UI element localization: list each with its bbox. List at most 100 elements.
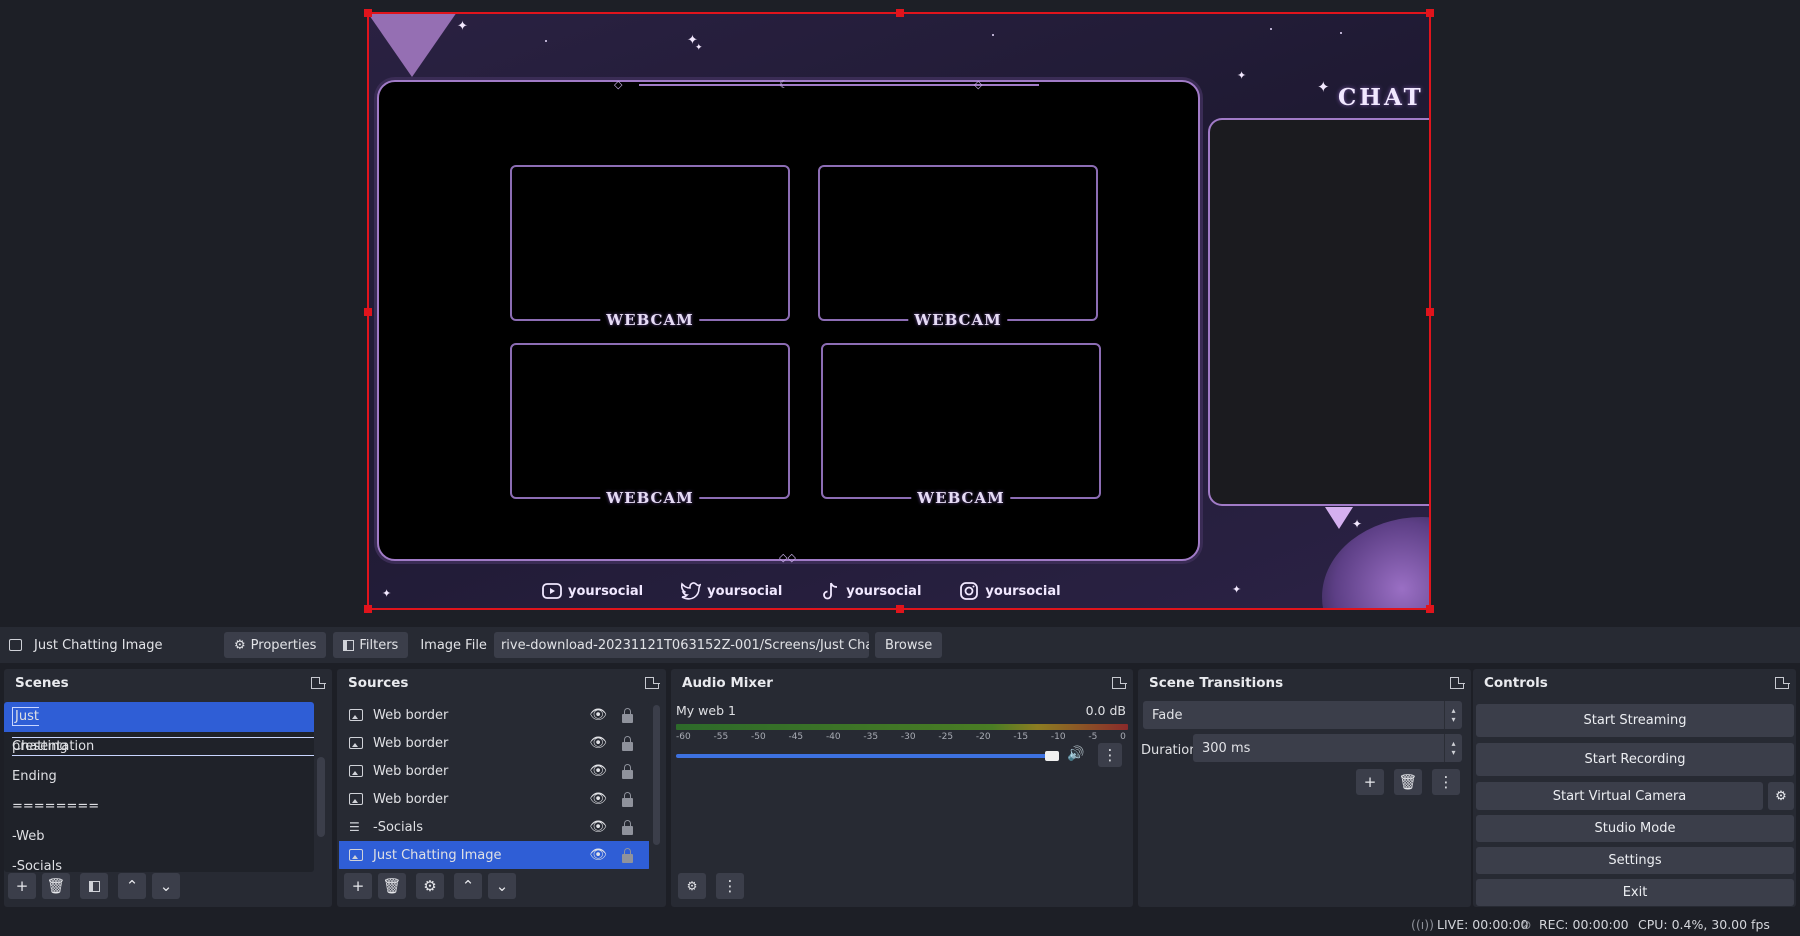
source-properties-button[interactable]: ⚙: [416, 873, 444, 899]
move-scene-down-button[interactable]: ⌄: [152, 873, 180, 899]
undock-icon[interactable]: [1450, 676, 1465, 689]
scene-filters-button[interactable]: [80, 873, 108, 899]
scene-item[interactable]: Ending: [4, 762, 314, 792]
start-streaming-button[interactable]: Start Streaming: [1476, 704, 1794, 737]
source-item[interactable]: ☰ -Socials 👁: [339, 813, 649, 841]
preview-area[interactable]: ✦ ✦ ✦ ✦ ✦ ✦ ✦ ✦ ✦ ◇ ☾ ◇ ◇◇ WEBCAM WEBCAM: [0, 0, 1800, 620]
scenes-scrollbar[interactable]: [317, 757, 325, 837]
cpu-status: CPU: 0.4%, 30.00 fps: [1638, 917, 1770, 932]
source-item[interactable]: Just Chatting Image 👁: [339, 841, 649, 869]
webcam-frame: WEBCAM: [510, 343, 790, 507]
visibility-eye-icon[interactable]: 👁: [589, 847, 607, 863]
social-handle: yoursocial: [985, 583, 1061, 599]
transition-menu-button[interactable]: ⋮: [1432, 769, 1460, 795]
scene-item[interactable]: -Socials: [4, 852, 314, 872]
exit-button[interactable]: Exit: [1476, 879, 1794, 906]
visibility-eye-icon[interactable]: 👁: [589, 735, 607, 751]
scenes-title: Scenes: [15, 675, 69, 691]
image-source-icon: [9, 639, 22, 651]
move-source-down-button[interactable]: ⌄: [488, 873, 516, 899]
scene-item[interactable]: Just Chatting: [4, 702, 314, 756]
scene-transitions-dock: Scene Transitions Fade ▴ ▾ Duration 300 m…: [1138, 669, 1471, 907]
gear-icon: ⚙: [423, 877, 437, 895]
group-list-icon: ☰: [349, 820, 360, 834]
undock-icon[interactable]: [645, 676, 660, 689]
source-item[interactable]: Web border 👁: [339, 729, 649, 757]
transition-select[interactable]: Fade ▴ ▾: [1143, 701, 1462, 729]
volume-slider-handle[interactable]: [1045, 751, 1059, 761]
source-item[interactable]: Web border 👁: [339, 785, 649, 813]
lock-icon[interactable]: [622, 792, 633, 807]
speaker-icon[interactable]: 🔊: [1067, 746, 1084, 762]
image-source-icon: [349, 849, 363, 861]
plus-icon: +: [1363, 773, 1377, 791]
start-virtual-camera-button[interactable]: Start Virtual Camera: [1476, 782, 1763, 810]
filters-icon: [343, 639, 355, 651]
move-scene-up-button[interactable]: ⌃: [118, 873, 146, 899]
undock-icon[interactable]: [311, 676, 326, 689]
add-transition-button[interactable]: +: [1356, 769, 1384, 795]
kebab-menu-icon: ⋮: [1438, 773, 1454, 791]
webcam-frame: WEBCAM: [821, 343, 1101, 507]
sources-scrollbar[interactable]: [653, 705, 660, 845]
lock-icon[interactable]: [622, 708, 633, 723]
audio-mixer-title: Audio Mixer: [682, 675, 773, 691]
source-item[interactable]: Web border 👁: [339, 701, 649, 729]
sources-list[interactable]: Web border 👁 Web border 👁 Web border 👁 W…: [339, 701, 649, 871]
image-file-path-field[interactable]: rive-download-20231121T063152Z-001/Scree…: [493, 632, 869, 658]
properties-button[interactable]: ⚙ Properties: [224, 632, 327, 658]
filters-icon: [88, 880, 100, 892]
sparkle-icon: ✦: [1352, 517, 1363, 531]
chat-box: [1208, 118, 1431, 506]
image-source-icon: [349, 765, 363, 777]
start-recording-button[interactable]: Start Recording: [1476, 743, 1794, 776]
duration-label: Duration: [1141, 743, 1198, 758]
scene-item[interactable]: ========: [4, 792, 314, 822]
mixer-menu-button[interactable]: ⋮: [716, 873, 744, 899]
lock-icon[interactable]: [622, 848, 633, 863]
duration-spinbox[interactable]: 300 ms ▴ ▾: [1193, 734, 1462, 762]
visibility-eye-icon[interactable]: 👁: [589, 791, 607, 807]
undock-icon[interactable]: [1775, 676, 1790, 689]
settings-button[interactable]: Settings: [1476, 847, 1794, 874]
remove-transition-button[interactable]: 🗑: [1394, 769, 1422, 795]
studio-mode-button[interactable]: Studio Mode: [1476, 815, 1794, 842]
filters-label: Filters: [359, 637, 399, 653]
add-source-button[interactable]: +: [344, 873, 372, 899]
kebab-menu-icon: ⋮: [1102, 746, 1118, 764]
remove-scene-button[interactable]: 🗑: [42, 873, 70, 899]
remove-source-button[interactable]: 🗑: [378, 873, 406, 899]
live-status: LIVE: 00:00:00: [1437, 917, 1529, 932]
webcam-label: WEBCAM: [600, 489, 700, 507]
filters-button[interactable]: Filters: [333, 632, 409, 658]
socials-bar: yoursocial yoursocial yoursocial yoursoc…: [542, 581, 1061, 601]
channel-menu-button[interactable]: ⋮: [1098, 743, 1122, 767]
scene-transitions-title: Scene Transitions: [1149, 675, 1284, 691]
rec-status: REC: 00:00:00: [1539, 917, 1629, 932]
advanced-audio-button[interactable]: ⚙: [678, 873, 706, 899]
lock-icon[interactable]: [622, 820, 633, 835]
overlay-glow-decoration: [1322, 517, 1431, 610]
visibility-eye-icon[interactable]: 👁: [589, 707, 607, 723]
scenes-list[interactable]: Just Chatting presentation Ending ======…: [4, 702, 314, 872]
overlay-corner-decoration: [367, 12, 457, 77]
scene-item[interactable]: -Web: [4, 822, 314, 852]
browse-button[interactable]: Browse: [874, 632, 943, 658]
undock-icon[interactable]: [1112, 676, 1127, 689]
youtube-icon: [542, 581, 562, 601]
visibility-eye-icon[interactable]: 👁: [589, 819, 607, 835]
lock-icon[interactable]: [622, 736, 633, 751]
move-source-up-button[interactable]: ⌃: [454, 873, 482, 899]
image-source-icon: [349, 709, 363, 721]
chevron-down-icon: ⌄: [159, 877, 173, 895]
source-item[interactable]: Web border 👁: [339, 757, 649, 785]
sparkle-icon: ✦: [1237, 69, 1247, 82]
source-toolbar: Just Chatting Image ⚙ Properties Filters…: [0, 627, 1800, 663]
add-scene-button[interactable]: +: [8, 873, 36, 899]
spin-arrows-icon[interactable]: ▴ ▾: [1444, 734, 1462, 762]
visibility-eye-icon[interactable]: 👁: [589, 763, 607, 779]
volume-slider[interactable]: [676, 754, 1056, 758]
preview-canvas[interactable]: ✦ ✦ ✦ ✦ ✦ ✦ ✦ ✦ ✦ ◇ ☾ ◇ ◇◇ WEBCAM WEBCAM: [367, 12, 1431, 610]
lock-icon[interactable]: [622, 764, 633, 779]
virtual-camera-settings-button[interactable]: ⚙: [1768, 782, 1794, 810]
